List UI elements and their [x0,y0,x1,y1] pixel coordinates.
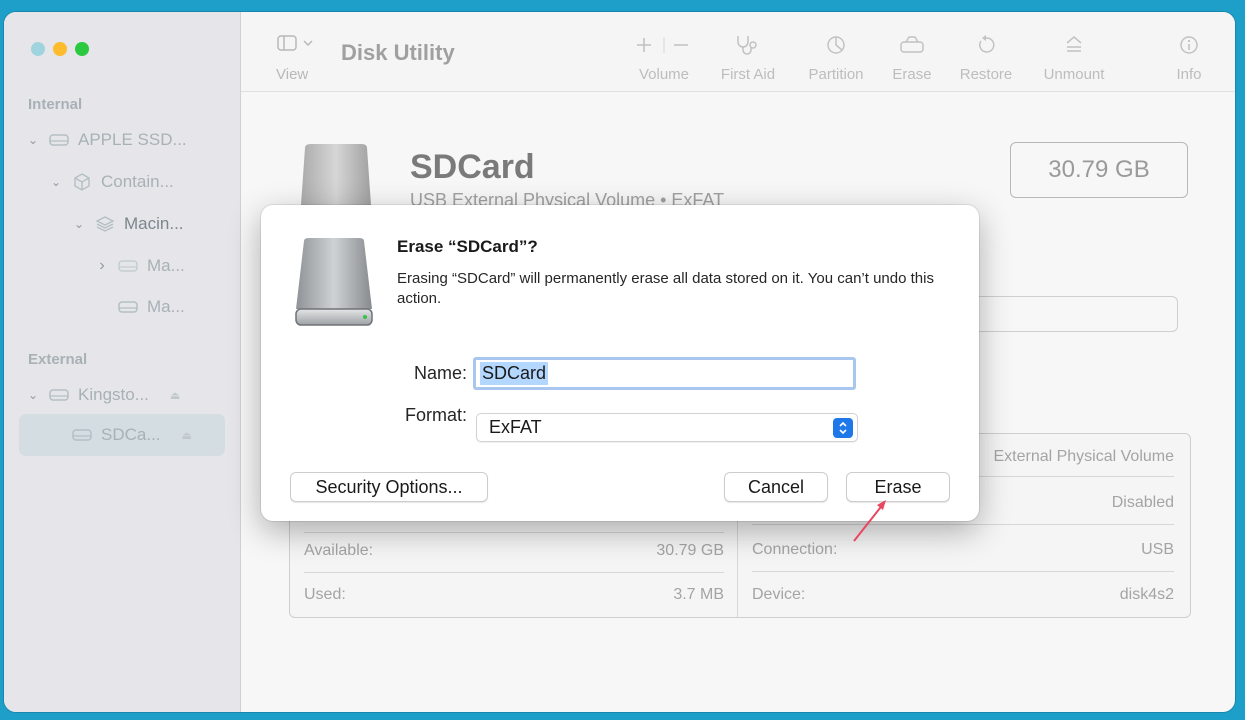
erase-drive-icon [900,36,924,53]
cancel-button[interactable]: Cancel [724,472,828,502]
partition-button[interactable]: Partition [796,32,876,83]
sidebar-section-external: External [28,351,88,368]
volume-button[interactable]: Volume [629,32,699,83]
drive-icon [72,429,92,441]
format-select-value: ExFAT [489,417,542,437]
info-value: 3.7 MB [673,586,724,603]
unmount-button[interactable]: Unmount [1036,32,1112,83]
info-icon [1180,36,1198,54]
eject-icon[interactable]: ⏏ [182,429,192,442]
info-button[interactable]: Info [1169,32,1209,83]
unmount-icon [1066,36,1082,52]
sidebar-item-sdcard[interactable]: SDCa... ⏏ [49,423,192,447]
disk-utility-window: Internal ⌄ APPLE SSD... ⌄ Contain... ⌄ M… [4,12,1235,712]
close-window-button[interactable] [31,42,45,56]
format-select[interactable]: ExFAT [476,413,858,442]
usage-bar [964,296,1178,332]
partition-label: Partition [808,66,864,83]
sidebar-item-label: APPLE SSD... [78,130,187,149]
security-options-button[interactable]: Security Options... [290,472,488,502]
info-value: External Physical Volume [993,448,1174,465]
chevron-down-icon[interactable]: ⌄ [49,175,63,189]
stethoscope-icon [737,36,757,55]
sidebar-item-label: Ma... [147,256,185,275]
drive-icon [118,301,138,313]
info-row-device: Device: disk4s2 [752,586,1174,604]
annotation-arrow-icon [853,500,886,542]
volume-label: Volume [638,66,690,83]
drive-icon [49,134,69,146]
sidebar-item-apple-ssd[interactable]: ⌄ APPLE SSD... [26,128,187,152]
container-icon [74,173,90,191]
sidebar-toggle-icon [277,35,313,51]
volume-name: SDCard [410,148,535,186]
first-aid-button[interactable]: First Aid [708,32,788,83]
drive-icon [118,260,138,272]
sidebar-item-macintosh-volume-1[interactable]: › Ma... [95,254,185,278]
sidebar: Internal ⌄ APPLE SSD... ⌄ Contain... ⌄ M… [4,12,241,712]
unmount-label: Unmount [1043,66,1105,83]
info-row-connection: Connection: USB [752,541,1174,572]
sidebar-item-macintosh-volume-2[interactable]: Ma... [95,295,185,319]
zoom-window-button[interactable] [75,42,89,56]
sidebar-item-label: Ma... [147,297,185,316]
restore-icon [979,35,995,53]
eject-icon[interactable]: ⏏ [170,389,180,402]
erase-toolbar-button[interactable]: Erase [884,32,940,83]
restore-label: Restore [959,66,1013,83]
toolbar: View Disk Utility Volume First Aid Parti… [241,12,1235,92]
name-field-label: Name: [413,363,467,383]
info-label: Connection: [752,541,838,558]
info-label: Device: [752,586,806,603]
drive-icon [49,389,69,401]
chevron-down-icon[interactable]: ⌄ [26,388,40,402]
sidebar-item-label: Contain... [101,172,174,191]
info-row-available: Available: 30.79 GB [304,532,724,573]
plus-minus-icon [637,37,688,53]
dialog-title: Erase “SDCard”? [397,237,538,256]
sidebar-toggle-button[interactable] [277,34,319,57]
erase-dialog: Erase “SDCard”? Erasing “SDCard” will pe… [261,205,979,521]
layers-icon [95,216,115,232]
window-controls [31,42,89,56]
info-label: Info [1176,66,1202,83]
sidebar-item-kingston[interactable]: ⌄ Kingsto... ⏏ [26,383,180,407]
erase-toolbar-label: Erase [892,66,932,83]
chevron-up-down-icon[interactable] [833,418,853,438]
chevron-right-icon[interactable]: › [95,257,109,275]
first-aid-label: First Aid [720,66,776,83]
info-row-used: Used: 3.7 MB [304,586,724,604]
volume-size-badge: 30.79 GB [1010,142,1188,198]
sidebar-item-label: Kingsto... [78,385,149,404]
restore-button[interactable]: Restore [954,32,1018,83]
dialog-message: Erasing “SDCard” will permanently erase … [397,270,934,307]
info-value: USB [1141,541,1174,558]
sidebar-item-macintosh-hd[interactable]: ⌄ Macin... [72,212,184,236]
app-title: Disk Utility [341,40,455,65]
pie-chart-icon [827,36,845,54]
minimize-window-button[interactable] [53,42,67,56]
sdcard-drive-icon [295,238,373,326]
name-input-value[interactable]: SDCard [480,362,549,385]
info-label: Available: [304,542,374,559]
format-field-label: Format: [404,405,467,425]
info-value: disk4s2 [1119,586,1174,603]
sidebar-section-internal: Internal [28,96,83,113]
sidebar-item-label: Macin... [124,214,184,233]
chevron-down-icon[interactable]: ⌄ [26,133,40,147]
info-value: 30.79 GB [656,542,724,559]
view-label: View [276,66,309,83]
info-label: Used: [304,586,346,603]
sidebar-item-label: SDCa... [101,425,161,444]
chevron-down-icon[interactable]: ⌄ [72,217,86,231]
info-value: Disabled [1111,494,1174,511]
sidebar-item-container[interactable]: ⌄ Contain... [49,170,174,194]
